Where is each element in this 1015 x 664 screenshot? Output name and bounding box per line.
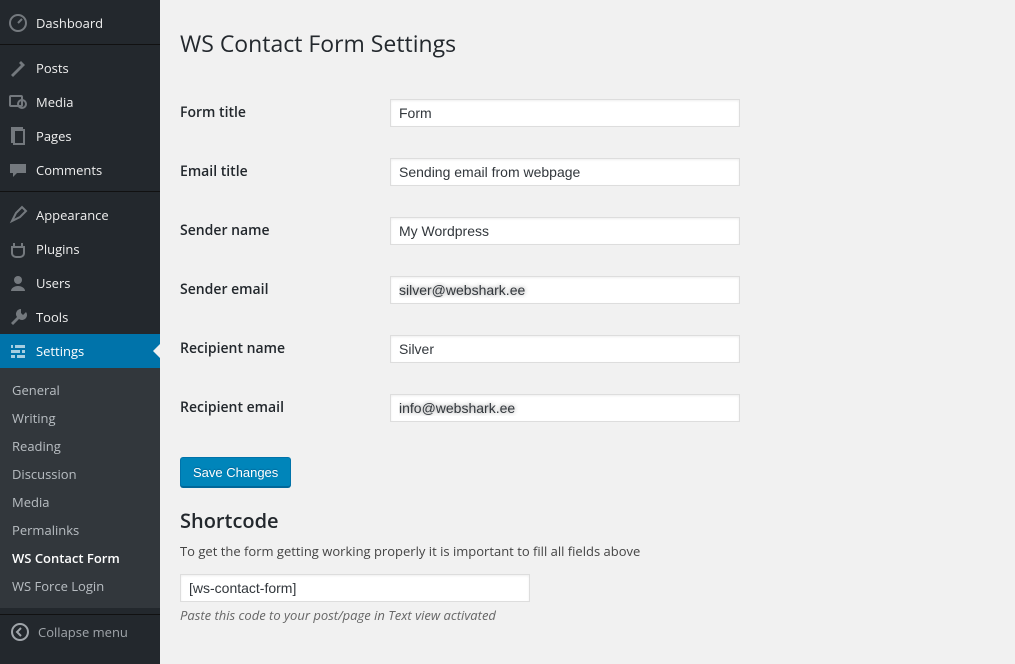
pin-icon (8, 58, 28, 78)
submenu-item-reading[interactable]: Reading (0, 432, 160, 460)
menu-item-media[interactable]: Media (0, 85, 160, 119)
media-icon (8, 92, 28, 112)
admin-menu: Dashboard Posts Media Pages Comments App… (0, 0, 160, 608)
input-email-title[interactable] (390, 158, 740, 186)
submenu-item-permalinks[interactable]: Permalinks (0, 516, 160, 544)
menu-label: Dashboard (36, 14, 103, 32)
menu-label: Comments (36, 161, 102, 179)
menu-item-dashboard[interactable]: Dashboard (0, 6, 160, 40)
submenu-item-ws-force-login[interactable]: WS Force Login (0, 572, 160, 600)
menu-item-settings[interactable]: Settings (0, 334, 160, 368)
menu-item-users[interactable]: Users (0, 266, 160, 300)
menu-label: Pages (36, 127, 72, 145)
settings-form: Form title Email title Sender name Sende… (180, 83, 995, 437)
menu-label: Settings (36, 342, 84, 360)
label-sender-name: Sender name (180, 201, 380, 260)
menu-item-comments[interactable]: Comments (0, 153, 160, 187)
submenu-item-media[interactable]: Media (0, 488, 160, 516)
input-sender-email[interactable] (390, 276, 740, 304)
settings-icon (8, 341, 28, 361)
label-recipient-name: Recipient name (180, 319, 380, 378)
admin-sidebar: Dashboard Posts Media Pages Comments App… (0, 0, 160, 664)
menu-label: Appearance (36, 206, 109, 224)
settings-submenu: General Writing Reading Discussion Media… (0, 368, 160, 608)
collapse-label: Collapse menu (38, 623, 128, 641)
input-recipient-email[interactable] (390, 394, 740, 422)
shortcode-description: To get the form getting working properly… (180, 542, 995, 560)
shortcode-heading: Shortcode (180, 507, 995, 534)
collapse-icon (10, 622, 30, 642)
collapse-menu[interactable]: Collapse menu (0, 614, 160, 648)
menu-label: Users (36, 274, 70, 292)
shortcode-input[interactable] (180, 574, 530, 602)
tools-icon (8, 307, 28, 327)
dashboard-icon (8, 13, 28, 33)
label-email-title: Email title (180, 142, 380, 201)
menu-label: Media (36, 93, 73, 111)
shortcode-hint: Paste this code to your post/page in Tex… (180, 606, 995, 624)
label-recipient-email: Recipient email (180, 378, 380, 437)
input-form-title[interactable] (390, 99, 740, 127)
comments-icon (8, 160, 28, 180)
content-area: WS Contact Form Settings Form title Emai… (160, 0, 1015, 664)
users-icon (8, 273, 28, 293)
pages-icon (8, 126, 28, 146)
menu-item-appearance[interactable]: Appearance (0, 198, 160, 232)
menu-label: Posts (36, 59, 69, 77)
menu-item-plugins[interactable]: Plugins (0, 232, 160, 266)
submenu-item-general[interactable]: General (0, 376, 160, 404)
save-button[interactable]: Save Changes (180, 457, 291, 487)
label-form-title: Form title (180, 83, 380, 142)
label-sender-email: Sender email (180, 260, 380, 319)
appearance-icon (8, 205, 28, 225)
input-recipient-name[interactable] (390, 335, 740, 363)
menu-label: Tools (36, 308, 68, 326)
submenu-item-ws-contact-form[interactable]: WS Contact Form (0, 544, 160, 572)
menu-item-tools[interactable]: Tools (0, 300, 160, 334)
input-sender-name[interactable] (390, 217, 740, 245)
submenu-item-writing[interactable]: Writing (0, 404, 160, 432)
menu-separator (0, 187, 160, 192)
menu-separator (0, 40, 160, 45)
menu-item-posts[interactable]: Posts (0, 51, 160, 85)
menu-label: Plugins (36, 240, 80, 258)
submenu-item-discussion[interactable]: Discussion (0, 460, 160, 488)
page-title: WS Contact Form Settings (180, 18, 995, 63)
plugins-icon (8, 239, 28, 259)
menu-item-pages[interactable]: Pages (0, 119, 160, 153)
